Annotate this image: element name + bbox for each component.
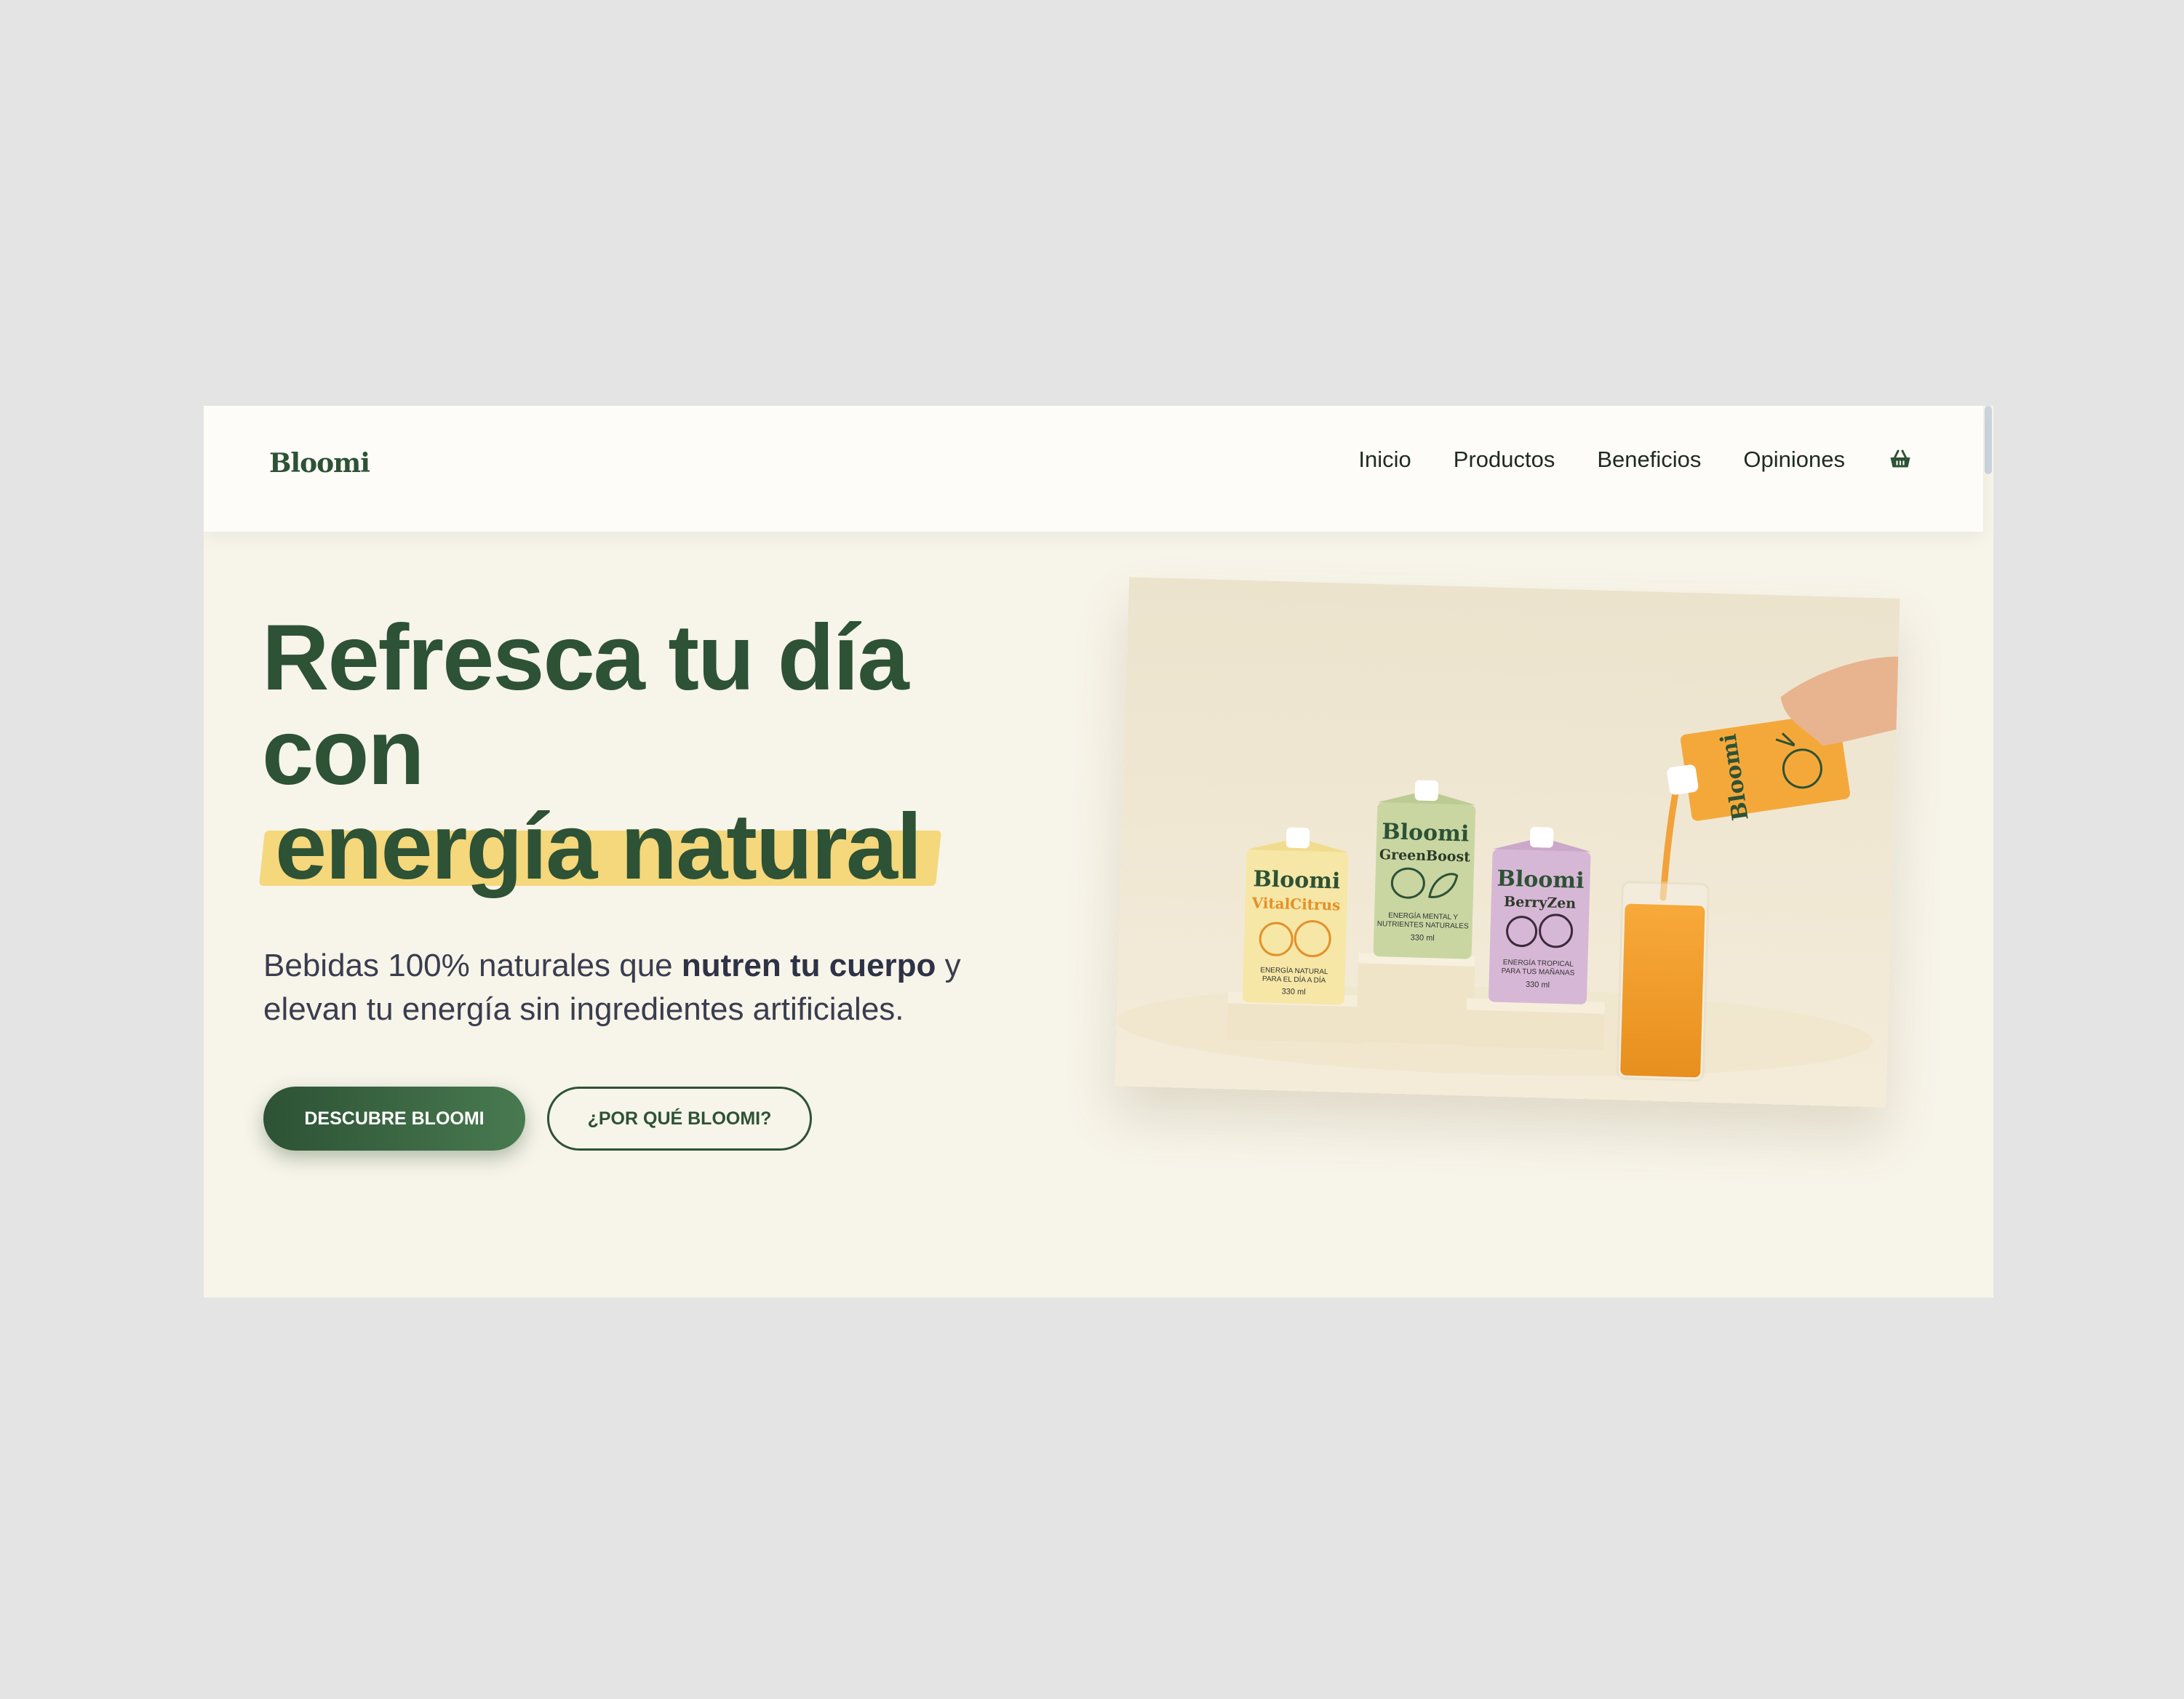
browser-frame: Bloomi Inicio Productos Beneficios Opini… (204, 406, 1993, 1298)
hero-title-line-1: Refresca tu día (262, 606, 909, 710)
pack-brand-1: Bloomi (1253, 866, 1341, 894)
product-illustration: Bloomi VitalCitrus ENERGÍA NATURAL PARA … (1115, 577, 1900, 1108)
juice-glass (1616, 881, 1710, 1082)
hero-subtitle: Bebidas 100% naturales que nutren tu cue… (263, 944, 1049, 1031)
nav-link-opiniones[interactable]: Opiniones (1743, 447, 1845, 473)
pack-brand-2: Bloomi (1382, 819, 1470, 847)
pack-volume-3: 330 ml (1526, 980, 1550, 990)
nav-link-productos[interactable]: Productos (1454, 447, 1555, 473)
nav-link-beneficios[interactable]: Beneficios (1597, 447, 1701, 473)
pack-name-1: VitalCitrus (1251, 894, 1340, 914)
berryzen-pack: Bloomi BerryZen ENERGÍA TROPICAL PARA TU… (1488, 827, 1591, 1004)
why-bloomi-button[interactable]: ¿POR QUÉ BLOOMI? (547, 1087, 812, 1151)
pack-volume-1: 330 ml (1281, 987, 1305, 996)
main-nav: Inicio Productos Beneficios Opiniones (1358, 447, 1913, 473)
hero-highlight: energía natural (259, 800, 941, 895)
basket-icon (1890, 449, 1910, 468)
pack-volume-2: 330 ml (1411, 933, 1435, 943)
nav-link-inicio[interactable]: Inicio (1358, 447, 1411, 473)
pack-brand-3: Bloomi (1496, 866, 1585, 894)
scrollbar-thumb[interactable] (1985, 406, 1992, 474)
subtitle-bold: nutren tu cuerpo (681, 948, 936, 983)
pack-name-2: GreenBoost (1379, 847, 1471, 865)
subtitle-part-1: Bebidas 100% naturales que (263, 948, 682, 983)
brand-logo[interactable]: Bloomi (269, 448, 370, 479)
pack-name-3: BerryZen (1504, 894, 1577, 912)
top-navbar: Bloomi Inicio Productos Beneficios Opini… (204, 406, 1983, 532)
product-photo: Bloomi VitalCitrus ENERGÍA NATURAL PARA … (1115, 577, 1900, 1108)
cart-button[interactable] (1887, 447, 1913, 473)
greenboost-pack: Bloomi GreenBoost ENERGÍA MENTAL Y NUTRI… (1373, 780, 1476, 959)
page-scrollbar[interactable] (1983, 406, 1993, 1298)
discover-button[interactable]: DESCUBRE BLOOMI (263, 1087, 525, 1151)
hero-title-highlight: energía natural (275, 795, 922, 899)
vitalcitrus-pack: Bloomi VitalCitrus ENERGÍA NATURAL PARA … (1242, 827, 1349, 1005)
hero-title-line-2: con (262, 700, 425, 804)
hero-title: Refresca tu día con energía natural (259, 606, 941, 895)
